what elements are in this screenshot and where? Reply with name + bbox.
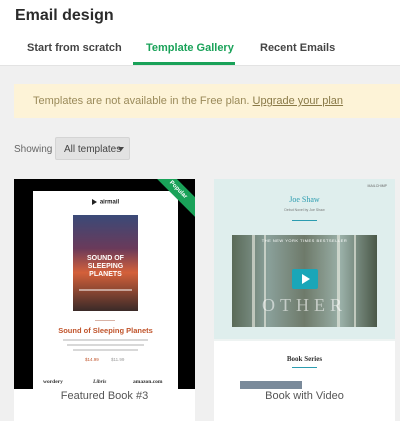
series-image (240, 381, 302, 389)
retailer-logo: wordery (43, 379, 63, 385)
author-name: Joe Shaw (289, 195, 320, 204)
tab-template-gallery[interactable]: Template Gallery (146, 42, 234, 54)
brand-name: airmail (99, 199, 120, 206)
video-title: OTHER (262, 295, 347, 315)
email-preview: airmail SOUND OF SLEEPING PLANETS Sound … (33, 191, 178, 389)
play-triangle (302, 274, 310, 284)
book-cover-title: SOUND OF SLEEPING PLANETS (87, 255, 124, 278)
page-header: Email design Start from scratch Template… (0, 0, 400, 66)
body-text-line (67, 344, 144, 346)
upgrade-plan-link[interactable]: Upgrade your plan (253, 95, 344, 107)
book-cover-image: SOUND OF SLEEPING PLANETS (73, 215, 138, 311)
active-tab-indicator (133, 62, 235, 65)
section-heading: Book Series (286, 355, 323, 363)
retailer-logo: amazon.com (133, 379, 163, 385)
template-card-featured-book[interactable]: airmail SOUND OF SLEEPING PLANETS Sound … (14, 179, 195, 421)
divider (95, 320, 115, 321)
template-filter-value: All templates (64, 144, 122, 155)
divider (292, 220, 317, 221)
body-text-line (73, 349, 138, 351)
video-caption: THE NEW YORK TIMES BESTSELLER (261, 238, 348, 243)
corner-text: MAILCHIMP (367, 184, 387, 188)
page-title: Email design (15, 7, 114, 24)
book-cover-subtitle-line (79, 289, 132, 291)
template-card-book-with-video[interactable]: MAILCHIMP Joe Shaw Debut Novel by Joe Sh… (214, 179, 395, 421)
divider (292, 367, 317, 368)
price-original: $14.99 (85, 357, 99, 362)
book-series-section: Book Series (214, 341, 395, 389)
price-sale: $11.99 (111, 357, 125, 362)
tab-recent-emails[interactable]: Recent Emails (260, 42, 335, 54)
template-filter-dropdown[interactable]: All templates (55, 137, 130, 160)
body-text-line (63, 339, 148, 341)
template-name: Book with Video (265, 390, 344, 402)
email-heading: Sound of Sleeping Planets (58, 326, 153, 335)
plan-notice-banner: Templates are not available in the Free … (14, 84, 400, 118)
brand-logo: airmail (33, 199, 178, 206)
tab-start-from-scratch[interactable]: Start from scratch (27, 42, 122, 54)
showing-label: Showing (14, 144, 53, 155)
author-subtitle: Debut Novel by Joe Shaw (284, 208, 325, 212)
plan-notice-message: Templates are not available in the Free … (33, 95, 253, 107)
retailer-logos: wordery Libris amazon.com (33, 379, 178, 389)
paper-plane-icon (91, 199, 97, 205)
chevron-down-icon (118, 147, 124, 151)
template-preview-featured-book: airmail SOUND OF SLEEPING PLANETS Sound … (14, 179, 195, 389)
template-preview-book-with-video: MAILCHIMP Joe Shaw Debut Novel by Joe Sh… (214, 179, 395, 389)
plan-notice-text: Templates are not available in the Free … (33, 95, 343, 107)
play-button-icon (292, 269, 318, 289)
template-name: Featured Book #3 (60, 390, 149, 402)
retailer-logo: Libris (93, 379, 107, 385)
video-thumbnail: THE NEW YORK TIMES BESTSELLER OTHER (232, 235, 377, 327)
